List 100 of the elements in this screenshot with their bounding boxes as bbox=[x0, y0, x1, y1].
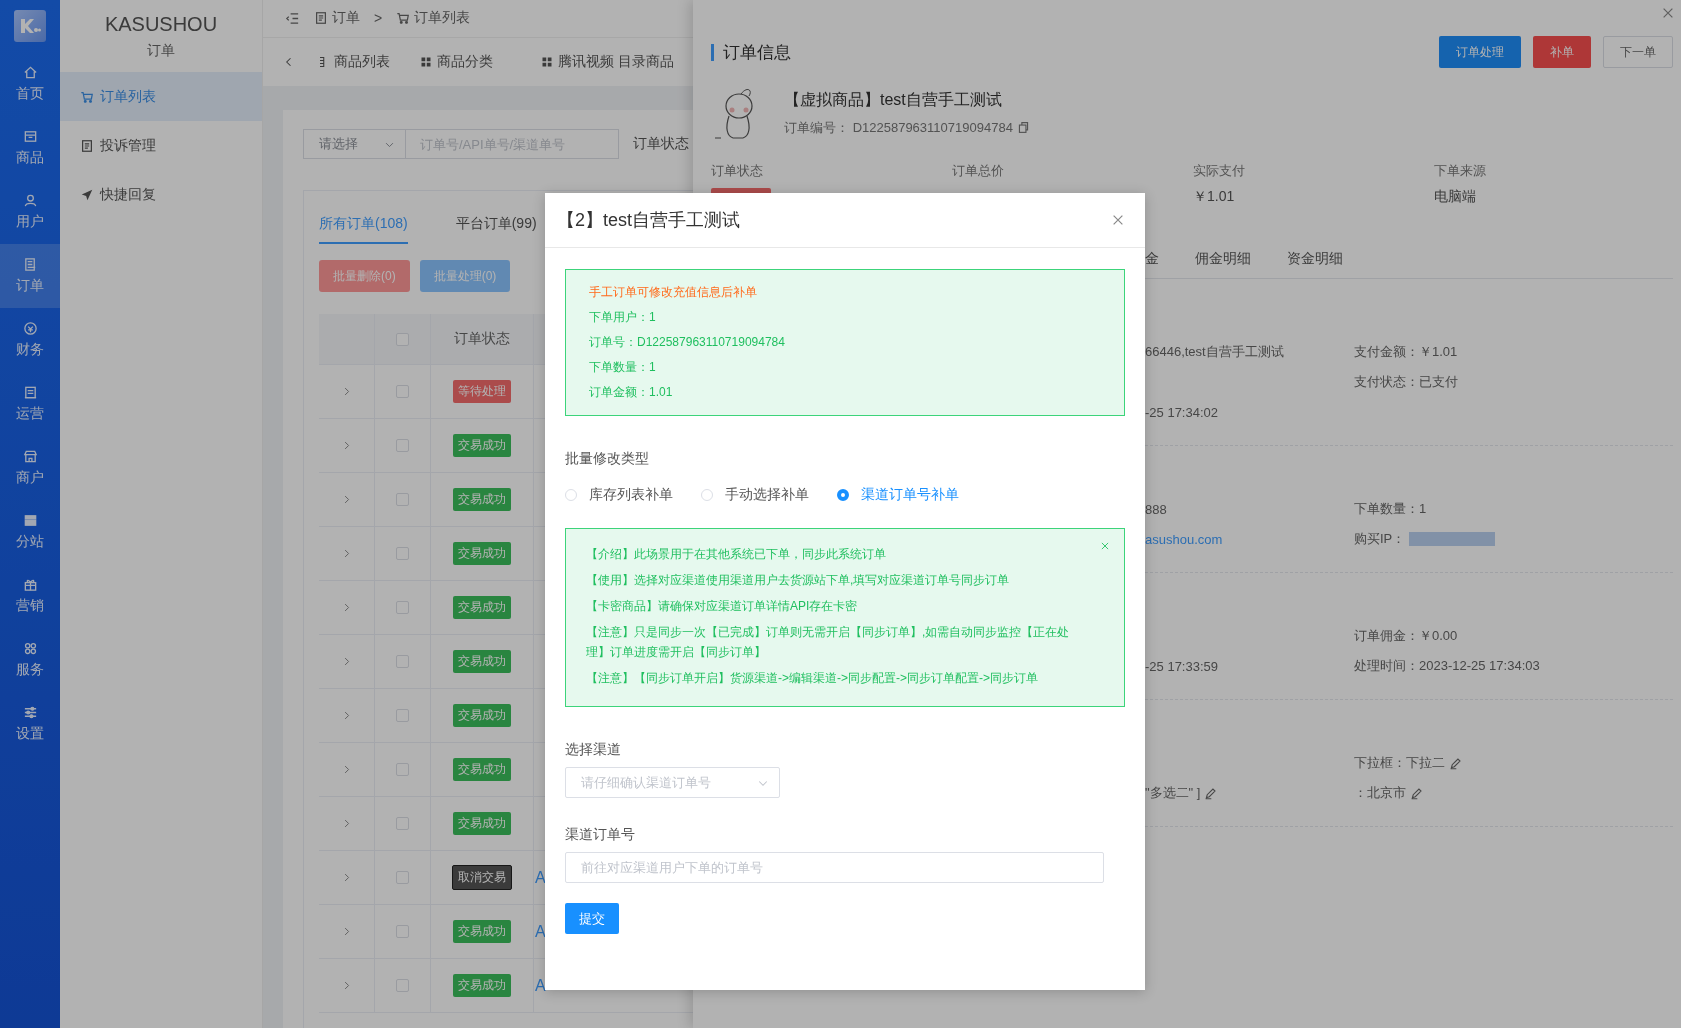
radio-option[interactable]: 库存列表补单 bbox=[565, 486, 673, 504]
status-tag: 交易成功 bbox=[453, 812, 511, 835]
status-tag: 交易成功 bbox=[453, 488, 511, 511]
detail-tab[interactable]: 佣金明细 bbox=[1195, 250, 1251, 278]
cart-icon bbox=[80, 89, 94, 104]
info-line: 订单号：D122587963110719094784 bbox=[589, 334, 786, 351]
status-tag: 等待处理 bbox=[453, 380, 511, 403]
nav-item[interactable]: 用户 bbox=[0, 180, 60, 244]
nav-item[interactable]: 首页 bbox=[0, 52, 60, 116]
breadcrumb-item[interactable]: 订单列表 bbox=[396, 9, 471, 28]
note-text: 【卡密商品】请确保对应渠道订单详情API存在卡密 bbox=[586, 598, 858, 615]
page-tab[interactable]: 商品列表 bbox=[317, 52, 390, 71]
radio-option[interactable]: 手动选择补单 bbox=[701, 486, 809, 504]
nav-item[interactable]: 服务 bbox=[0, 628, 60, 692]
radio-button[interactable] bbox=[837, 489, 849, 501]
copy-icon bbox=[1016, 121, 1030, 134]
close-button[interactable] bbox=[1111, 213, 1125, 227]
input-field[interactable]: 前往对应渠道用户下单的订单号 bbox=[565, 852, 1104, 883]
document-icon bbox=[22, 257, 38, 272]
field-value: -25 17:34:02 bbox=[1145, 404, 1219, 420]
edit-icon bbox=[1410, 786, 1423, 800]
coin-icon bbox=[22, 321, 38, 336]
menu-item[interactable]: 订单列表 bbox=[60, 72, 262, 121]
action-button[interactable]: 下一单 bbox=[1603, 36, 1673, 68]
status-tag: 交易成功 bbox=[453, 974, 511, 997]
checkbox[interactable] bbox=[396, 332, 409, 346]
home-icon bbox=[22, 65, 38, 80]
stat-label: 实际支付 bbox=[1193, 162, 1246, 180]
checkbox[interactable] bbox=[396, 925, 409, 938]
status-tag: 取消交易 bbox=[452, 865, 512, 890]
field-value: -25 17:33:59 bbox=[1145, 658, 1219, 674]
page-tab[interactable]: 腾讯视频 目录商品 bbox=[541, 52, 674, 71]
notice-text: 手工订单可修改充值信息后补单 bbox=[589, 284, 758, 301]
checkbox[interactable] bbox=[396, 655, 409, 668]
menu-item[interactable]: 快捷回复 bbox=[60, 170, 262, 219]
detail-tab[interactable]: 资金明细 bbox=[1287, 250, 1343, 278]
order-tab[interactable]: 平台订单(99) bbox=[455, 205, 537, 244]
stat-label: 订单状态 bbox=[711, 162, 764, 180]
logo-icon[interactable] bbox=[14, 10, 46, 42]
email-link[interactable]: asushou.com bbox=[1145, 531, 1354, 547]
checkbox[interactable] bbox=[396, 601, 409, 614]
gift-icon bbox=[22, 577, 38, 592]
breadcrumb-item[interactable]: 订单 bbox=[314, 9, 360, 28]
checkbox[interactable] bbox=[396, 817, 409, 830]
note-text: 【介绍】此场景用于在其他系统已下单，同步此系统订单 bbox=[586, 546, 886, 563]
menu-item[interactable]: 投诉管理 bbox=[60, 121, 262, 170]
status-tag: 交易成功 bbox=[453, 704, 511, 727]
dialog-title: 【2】test自营手工测试 bbox=[557, 209, 741, 232]
status-tag: 交易成功 bbox=[453, 758, 511, 781]
action-button[interactable]: 补单 bbox=[1533, 36, 1591, 68]
checkbox[interactable] bbox=[396, 979, 409, 992]
detail-tab[interactable]: 金 bbox=[1145, 250, 1159, 278]
page-tab[interactable]: 商品分类 bbox=[420, 52, 493, 71]
building-icon bbox=[22, 385, 38, 400]
command-icon bbox=[22, 641, 38, 656]
product-name: 【虚拟商品】test自营手工测试 bbox=[784, 89, 1003, 110]
sliders-icon bbox=[22, 705, 38, 720]
nav-item[interactable]: 运营 bbox=[0, 372, 60, 436]
storefront-icon bbox=[22, 513, 38, 528]
checkbox[interactable] bbox=[396, 547, 409, 560]
status-tag: 交易成功 bbox=[453, 650, 511, 673]
nav-item[interactable]: 设置 bbox=[0, 692, 60, 756]
checkbox[interactable] bbox=[396, 385, 409, 398]
checkbox[interactable] bbox=[396, 493, 409, 506]
stat-label: 下单来源 bbox=[1434, 162, 1487, 180]
status-tag: 交易成功 bbox=[453, 596, 511, 619]
table-link[interactable]: A bbox=[535, 868, 546, 887]
checkbox[interactable] bbox=[396, 871, 409, 884]
nav-item[interactable]: 商品 bbox=[0, 116, 60, 180]
note-text: 【使用】选择对应渠道使用渠道用户去货源站下单,填写对应渠道订单号同步订单 bbox=[586, 572, 1010, 589]
checkbox[interactable] bbox=[396, 763, 409, 776]
select-field[interactable]: 请选择 bbox=[303, 129, 405, 159]
order-number: 订单编号： D122587963110719094784 bbox=[784, 118, 1013, 137]
field-value: "多选二" ] bbox=[1145, 784, 1201, 802]
field-label: 购买IP： bbox=[1354, 530, 1406, 548]
batch-button[interactable]: 批量删除(0) bbox=[319, 260, 410, 292]
checkbox[interactable] bbox=[396, 439, 409, 452]
filter-label: 订单状态 bbox=[633, 135, 689, 153]
field-value: 处理时间：2023-12-25 17:34:03 bbox=[1354, 657, 1541, 675]
action-button[interactable]: 订单处理 bbox=[1439, 36, 1521, 68]
checkbox[interactable] bbox=[396, 709, 409, 722]
box-icon bbox=[22, 129, 38, 144]
field-label: 批量修改类型 bbox=[565, 450, 650, 468]
nav-item[interactable]: 营销 bbox=[0, 564, 60, 628]
panel-title: 订单信息 bbox=[711, 43, 791, 61]
app-title: KASUSHOU bbox=[104, 12, 218, 36]
info-line: 订单金额：1.01 bbox=[589, 384, 674, 401]
section-title: 订单 bbox=[147, 41, 175, 60]
table-link[interactable]: A bbox=[535, 922, 546, 941]
submit-button[interactable]: 提交 bbox=[565, 903, 619, 934]
stat-value: 电脑端 bbox=[1434, 188, 1476, 204]
menu-fold-icon bbox=[285, 10, 300, 26]
nav-item[interactable]: 分站 bbox=[0, 500, 60, 564]
cart-icon bbox=[396, 11, 411, 26]
nav-item[interactable]: 商户 bbox=[0, 436, 60, 500]
order-tab[interactable]: 所有订单(108) bbox=[319, 205, 408, 244]
radio-option[interactable]: 渠道订单号补单 bbox=[837, 486, 959, 504]
field-label: 选择渠道 bbox=[565, 741, 622, 759]
nav-item[interactable]: 财务 bbox=[0, 308, 60, 372]
close-icon bbox=[1111, 213, 1125, 227]
